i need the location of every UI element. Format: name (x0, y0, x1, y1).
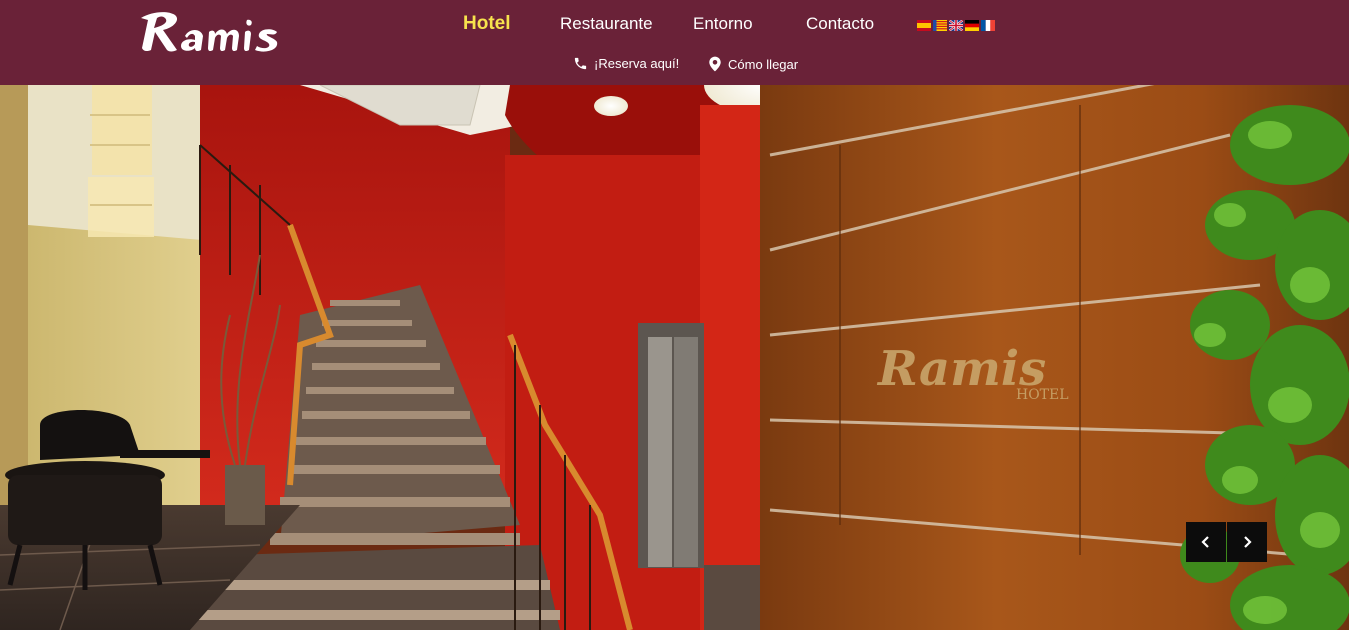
flag-es-icon[interactable] (917, 20, 931, 31)
flag-de-icon[interactable] (965, 20, 979, 31)
language-selector (917, 20, 995, 31)
nav-item-hotel[interactable]: Hotel (463, 13, 511, 35)
flag-fr-icon[interactable] (981, 20, 995, 31)
site-header: Hotel Restaurante Entorno Contacto ¡Rese… (0, 0, 1349, 85)
flag-valencia-icon[interactable] (933, 20, 947, 31)
flag-en-icon[interactable] (949, 20, 963, 31)
hero-slider: Ramis HOTEL (0, 85, 1349, 630)
phone-icon (574, 57, 587, 70)
wall-logo-subtext: HOTEL (1016, 387, 1069, 403)
directions-label: Cómo llegar (728, 56, 799, 72)
reserve-link[interactable]: ¡Reserva aquí! (573, 56, 679, 71)
nav-item-restaurante[interactable]: Restaurante (560, 14, 653, 34)
slider-next-button[interactable] (1227, 522, 1267, 562)
slider-prev-button[interactable] (1186, 522, 1226, 562)
hotel-lobby-photo: Ramis HOTEL (0, 85, 1349, 630)
nav-item-entorno[interactable]: Entorno (693, 14, 753, 34)
reserve-label: ¡Reserva aquí! (594, 56, 680, 71)
chevron-right-icon (1244, 536, 1252, 548)
chevron-left-icon (1201, 536, 1209, 548)
directions-link[interactable]: Cómo llegar (708, 56, 798, 72)
map-pin-icon (709, 56, 721, 72)
nav-item-contacto[interactable]: Contacto (806, 14, 874, 34)
ramis-logo[interactable] (137, 6, 287, 58)
